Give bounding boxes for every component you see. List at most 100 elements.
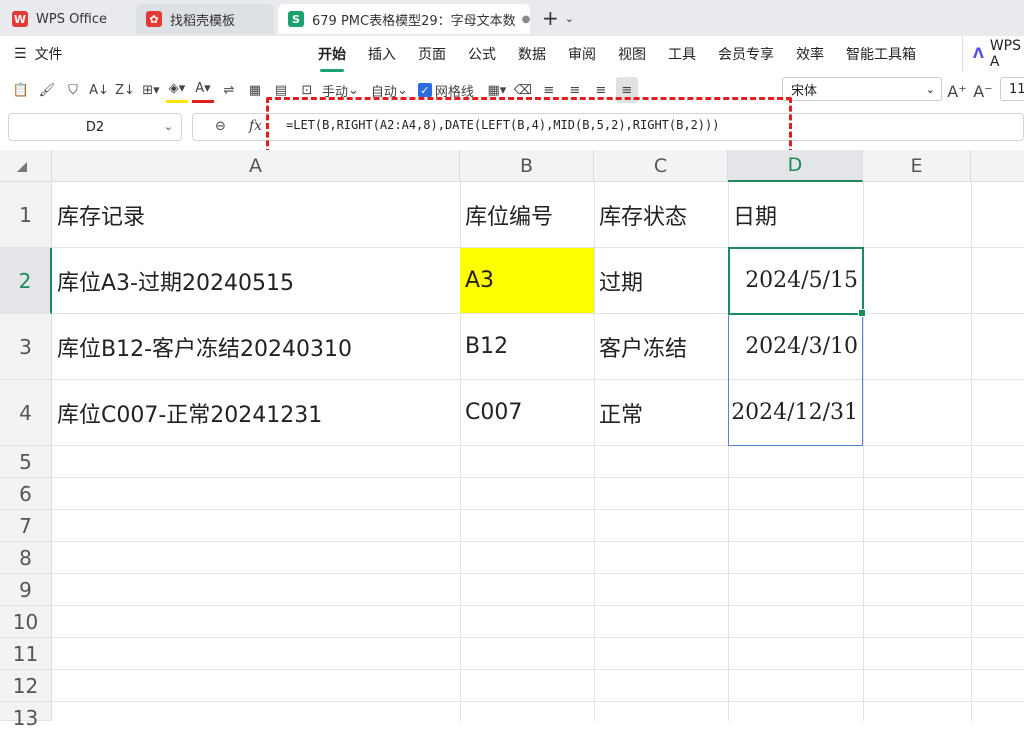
menu-bar: ☰ 文件 开始 插入 页面 公式 数据 审阅 视图 工具 会员专享 效率 智能工… — [0, 36, 1024, 72]
select-all-corner[interactable] — [0, 150, 52, 182]
cell-c4[interactable]: 正常 — [594, 380, 728, 445]
wps-ai-icon: ᐱ — [973, 46, 984, 62]
tab-bar: W WPS Office ✿ 找稻壳模板 S 679 PMC表格模型29：字母文… — [0, 0, 1024, 36]
cell-b3[interactable]: B12 — [460, 314, 594, 379]
column-header-e[interactable]: E — [863, 150, 971, 182]
gridline — [52, 477, 1024, 478]
tab-data[interactable]: 数据 — [518, 44, 546, 64]
font-color-icon[interactable]: A▾ — [192, 77, 214, 103]
cell-d1[interactable]: 日期 — [728, 182, 863, 247]
active-cell-selection[interactable] — [728, 247, 866, 317]
name-box-value: D2 — [85, 119, 105, 135]
cell-a3[interactable]: 库位B12-客户冻结20240310 — [52, 314, 460, 379]
row-header-5[interactable]: 5 — [0, 446, 52, 478]
gridline — [52, 509, 1024, 510]
font-size-select[interactable]: 11 — [1000, 77, 1024, 101]
zoom-icon[interactable]: ⊖ — [215, 119, 226, 134]
wrap-text-icon[interactable]: ⇌ — [218, 77, 240, 103]
wps-ai-label: WPS A — [989, 38, 1022, 70]
row-header-6[interactable]: 6 — [0, 478, 52, 510]
row-header-7[interactable]: 7 — [0, 510, 52, 542]
gridline — [52, 637, 1024, 638]
tab-label: 找稻壳模板 — [170, 13, 236, 29]
chevron-down-icon: ⌄ — [925, 82, 935, 96]
column-header-f[interactable] — [971, 150, 1024, 182]
sheet-icon: S — [288, 11, 304, 27]
name-box[interactable]: D2 ⌄ — [8, 113, 182, 141]
cell-b1[interactable]: 库位编号 — [460, 182, 594, 247]
cell-c2[interactable]: 过期 — [594, 248, 728, 313]
tab-label: 679 PMC表格模型29：字母文本数 — [312, 13, 516, 29]
tab-efficiency[interactable]: 效率 — [796, 44, 824, 64]
column-header-d[interactable]: D — [728, 150, 863, 182]
docer-icon: ✿ — [146, 11, 162, 27]
gridline — [52, 541, 1024, 542]
tab-tools[interactable]: 工具 — [668, 44, 696, 64]
font-name-value: 宋体 — [791, 83, 818, 99]
decrease-font-icon[interactable]: A⁻ — [972, 78, 994, 104]
gridline — [52, 573, 1024, 574]
sort-asc-icon[interactable]: A↓ — [88, 77, 110, 103]
tab-review[interactable]: 审阅 — [568, 44, 596, 64]
tab-active-sheet[interactable]: S 679 PMC表格模型29：字母文本数 ● — [278, 4, 530, 34]
gridline — [52, 669, 1024, 670]
tab-label: WPS Office — [36, 11, 108, 27]
new-tab-button[interactable]: + — [542, 6, 559, 30]
chevron-down-icon[interactable]: ⌄ — [565, 12, 574, 25]
cell-c1[interactable]: 库存状态 — [594, 182, 728, 247]
tab-view[interactable]: 视图 — [618, 44, 646, 64]
column-header-c[interactable]: C — [594, 150, 728, 182]
increase-font-icon[interactable]: A⁺ — [946, 78, 968, 104]
tab-formulas[interactable]: 公式 — [468, 44, 496, 64]
hamburger-icon: ☰ — [14, 46, 27, 62]
cell-a4[interactable]: 库位C007-正常20241231 — [52, 380, 460, 445]
font-name-select[interactable]: 宋体 ⌄ — [782, 77, 942, 101]
file-menu[interactable]: ☰ 文件 — [14, 44, 63, 64]
fx-icon[interactable]: fx — [249, 118, 262, 134]
row-header-4[interactable]: 4 — [0, 380, 52, 446]
tab-docer-templates[interactable]: ✿ 找稻壳模板 — [136, 4, 274, 34]
tab-smart-toolbox[interactable]: 智能工具箱 — [846, 44, 916, 64]
row-header-1[interactable]: 1 — [0, 182, 52, 248]
wps-logo-icon: W — [12, 11, 28, 27]
row-header-11[interactable]: 11 — [0, 638, 52, 670]
row-header-3[interactable]: 3 — [0, 314, 52, 380]
sort-desc-icon[interactable]: Z↓ — [114, 77, 136, 103]
gridline — [52, 605, 1024, 606]
cell-a1[interactable]: 库存记录 — [52, 182, 460, 247]
row-header-10[interactable]: 10 — [0, 606, 52, 638]
merge-cells-icon[interactable]: ▦ — [244, 77, 266, 103]
column-header-a[interactable]: A — [52, 150, 460, 182]
chevron-down-icon: ⌄ — [163, 120, 173, 133]
column-header-b[interactable]: B — [460, 150, 594, 182]
row-header-13[interactable]: 13 — [0, 702, 52, 730]
font-size-value: 11 — [1009, 81, 1024, 97]
checkmark-icon: ✓ — [417, 83, 432, 97]
cell-c3[interactable]: 客户冻结 — [594, 314, 728, 379]
cell-b2[interactable]: A3 — [460, 248, 594, 313]
row-header-12[interactable]: 12 — [0, 670, 52, 702]
annotation-highlight-box — [266, 97, 792, 155]
unsaved-dot-icon[interactable]: ● — [522, 14, 530, 25]
fill-color-icon[interactable]: ◈▾ — [166, 77, 188, 103]
filter-icon[interactable]: ⛉ — [62, 77, 84, 103]
row-header-8[interactable]: 8 — [0, 542, 52, 574]
tab-page[interactable]: 页面 — [418, 44, 446, 64]
cell-b4[interactable]: C007 — [460, 380, 594, 445]
cell-a2[interactable]: 库位A3-过期20240515 — [52, 248, 460, 313]
gridline — [971, 182, 972, 721]
file-menu-label: 文件 — [34, 47, 63, 63]
gridline — [52, 701, 1024, 702]
borders-icon[interactable]: ⊞▾ — [140, 77, 162, 103]
tab-home[interactable]: 开始 — [318, 44, 346, 72]
wps-ai-button[interactable]: ᐱ WPS A — [962, 36, 1024, 72]
tab-wps-office[interactable]: W WPS Office — [2, 4, 134, 34]
paste-icon[interactable]: 📋 — [10, 77, 32, 103]
format-painter-icon[interactable]: 🖌 — [36, 77, 58, 103]
row-header-9[interactable]: 9 — [0, 574, 52, 606]
gridline — [52, 445, 1024, 446]
tab-member[interactable]: 会员专享 — [718, 44, 774, 64]
row-header-2[interactable]: 2 — [0, 248, 52, 314]
tab-insert[interactable]: 插入 — [368, 44, 396, 64]
ribbon-tabs: 开始 插入 页面 公式 数据 审阅 视图 工具 会员专享 效率 智能工具箱 — [318, 36, 938, 72]
